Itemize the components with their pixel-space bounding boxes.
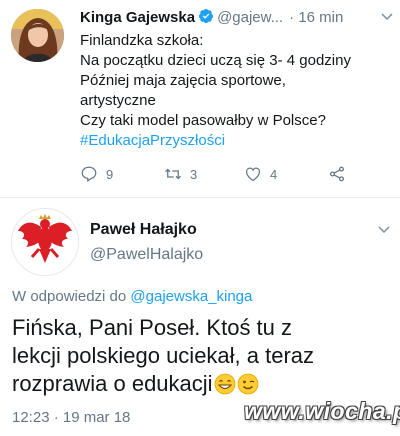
chevron-down-icon[interactable]: [376, 222, 392, 238]
tweet-time: · 16 min: [289, 9, 344, 26]
tweet-line: artystyczne: [80, 92, 156, 109]
tweet-text: Fińska, Pani Poseł. Ktoś tu z lekcji pol…: [12, 314, 396, 398]
watermark: www.wiocha.pl: [244, 398, 400, 424]
tweet-kinga[interactable]: Kinga Gajewska @gajew... · 16 min Finlandz…: [0, 0, 400, 196]
like-count: 4: [270, 166, 278, 182]
reply-prefix: W odpowiedzi do: [12, 288, 127, 305]
hashtag-link[interactable]: #EdukacjaPrzyszłości: [80, 131, 394, 151]
retweet-icon: [165, 168, 181, 180]
grinning-face-icon: [214, 373, 235, 395]
reply-button[interactable]: 9: [80, 163, 113, 185]
verified-badge-icon: [199, 9, 214, 24]
reply-icon: [81, 166, 97, 182]
reply-mention-link[interactable]: @gajewska_kinga: [130, 288, 252, 305]
reply-context: W odpowiedzi do @gajewska_kinga: [12, 288, 252, 305]
tweet-timestamp: 12:23 · 19 mar 18: [12, 409, 131, 426]
like-button[interactable]: 4: [244, 163, 277, 185]
tweet-line-with-emoji: rozprawia o edukacji: [12, 370, 396, 398]
retweet-count: 3: [190, 166, 198, 182]
tweet-text: Finlandzka szkoła: Na początku dzieci uc…: [80, 31, 394, 151]
avatar-kinga[interactable]: [11, 9, 64, 62]
tweet-line: Finlandzka szkoła:: [80, 32, 204, 49]
tweet-actions: 9 3 4: [80, 163, 380, 185]
heart-icon: [245, 167, 261, 182]
tweet-line: Później maja zajęcia sportowe,: [80, 72, 286, 89]
share-button[interactable]: [328, 163, 346, 185]
chevron-down-icon[interactable]: [380, 10, 394, 24]
share-icon: [329, 166, 345, 182]
avatar-pawel[interactable]: [11, 208, 79, 276]
tweet-line: Na początku dzieci uczą się 3- 4 godziny: [80, 52, 351, 69]
author-name[interactable]: Paweł Hałajko: [90, 221, 197, 239]
author-name[interactable]: Kinga Gajewska: [80, 9, 195, 26]
tweet-line: lekcji polskiego uciekał, a teraz: [12, 343, 315, 368]
tweet-divider: [0, 197, 400, 198]
author-handle[interactable]: @PawelHalajko: [90, 246, 203, 264]
reply-count: 9: [106, 166, 114, 182]
tweet-line: Czy taki model pasowałby w Polsce?: [80, 112, 326, 129]
tweet-header: Kinga Gajewska @gajew... · 16 min: [80, 8, 394, 28]
winking-face-icon: [237, 373, 258, 395]
tweet-line-text: rozprawia o edukacji: [12, 371, 213, 396]
retweet-button[interactable]: 3: [164, 163, 197, 185]
tweet-line: Fińska, Pani Poseł. Ktoś tu z: [12, 315, 293, 340]
white-eagle-emblem-icon: [12, 209, 78, 275]
author-handle[interactable]: @gajew...: [217, 9, 283, 26]
